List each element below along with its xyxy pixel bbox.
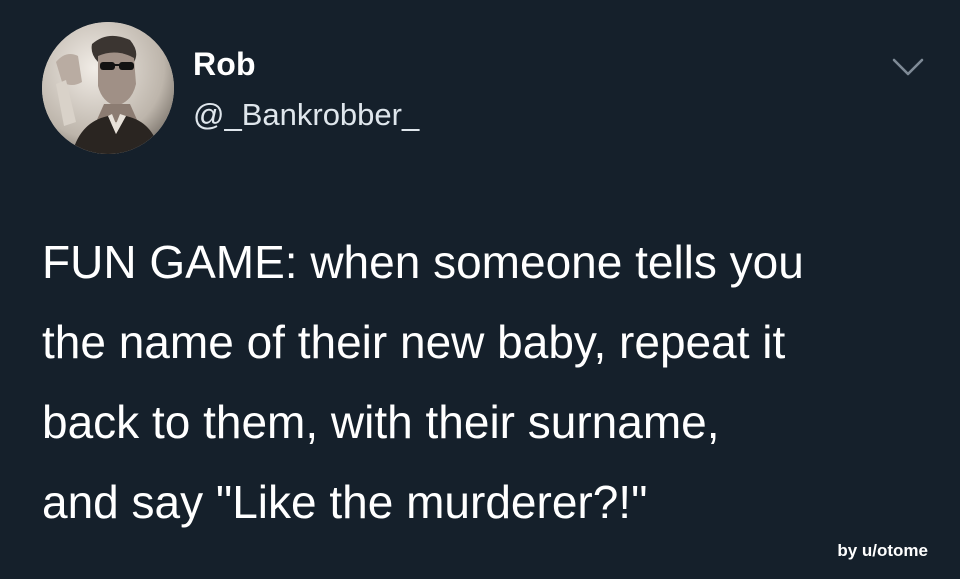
- tweet-text-line: back to them, with their surname,: [42, 396, 720, 448]
- user-handle[interactable]: @_Bankrobber_: [193, 95, 419, 135]
- watermark: by u/otome: [837, 541, 928, 560]
- profile-photo-icon: [42, 22, 174, 154]
- chevron-down-icon[interactable]: [888, 52, 928, 82]
- avatar[interactable]: [42, 22, 174, 154]
- tweet-text-line: FUN GAME: when someone tells you: [42, 236, 804, 288]
- display-name[interactable]: Rob: [193, 44, 256, 84]
- tweet-text: FUN GAME: when someone tells you the nam…: [42, 222, 942, 542]
- tweet-text-line: and say "Like the murderer?!": [42, 476, 648, 528]
- tweet-card: Rob @_Bankrobber_ FUN GAME: when someone…: [0, 0, 960, 579]
- tweet-text-line: the name of their new baby, repeat it: [42, 316, 786, 368]
